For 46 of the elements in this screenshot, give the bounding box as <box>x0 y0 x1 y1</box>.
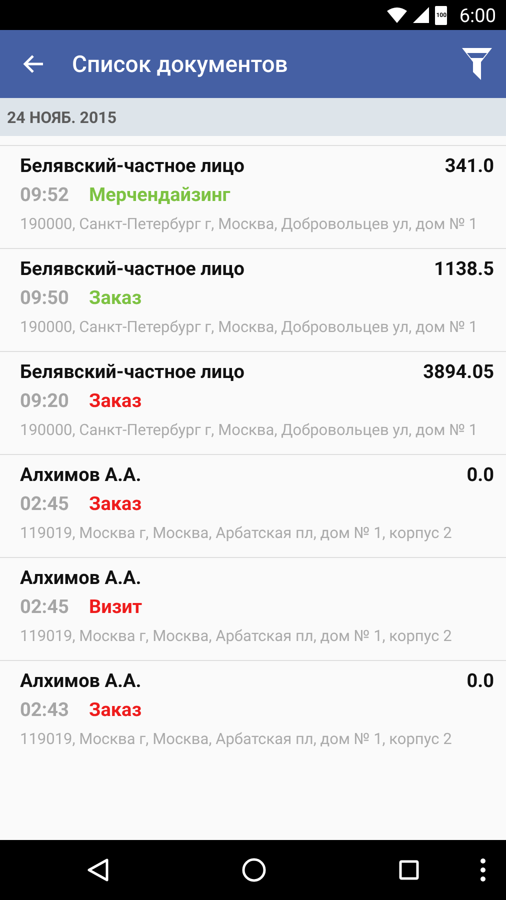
document-time: 02:43 <box>20 698 69 721</box>
back-button[interactable] <box>22 54 44 74</box>
client-name: Алхимов А.А. <box>20 566 142 589</box>
address: 119019, Москва г, Москва, Арбатская пл, дом № 1, корпус 2 <box>20 729 453 749</box>
back-nav-button[interactable] <box>86 858 109 882</box>
document-row[interactable]: Белявский-частное лицо 341.0 09:52 Мерчендайзинг 190000, Санкт-Петербург г, Москва, Добровольцев ул, дом № 1 <box>0 145 506 248</box>
client-name: Алхимов А.А. <box>20 669 142 692</box>
client-name: Белявский-частное лицо <box>20 257 244 280</box>
document-type: Мерчендайзинг <box>88 183 230 206</box>
wifi-icon <box>387 7 408 23</box>
client-name: Белявский-частное лицо <box>20 360 244 383</box>
date-header: 24 НОЯБ. 2015 <box>0 98 506 136</box>
document-time: 09:52 <box>20 183 69 206</box>
document-time: 02:45 <box>20 595 69 618</box>
document-row[interactable]: Алхимов А.А. 0.0 02:45 Заказ 119019, Москва г, Москва, Арбатская пл, дом № 1, корпус 2 <box>0 454 506 557</box>
client-name: Алхимов А.А. <box>20 463 142 486</box>
home-button[interactable] <box>242 858 266 882</box>
recents-button[interactable] <box>399 860 420 880</box>
amount: 341.0 <box>444 154 494 177</box>
document-time: 09:20 <box>20 389 69 412</box>
document-type: Заказ <box>88 698 142 721</box>
amount: 0.0 <box>466 669 494 692</box>
amount: 3894.05 <box>423 360 494 383</box>
address: 119019, Москва г, Москва, Арбатская пл, дом № 1, корпус 2 <box>20 626 453 646</box>
address: 190000, Санкт-Петербург г, Москва, Добровольцев ул, дом № 1 <box>20 420 479 440</box>
document-type: Визит <box>88 595 142 618</box>
document-time: 09:50 <box>20 286 69 309</box>
address: 119019, Москва г, Москва, Арбатская пл, дом № 1, корпус 2 <box>20 523 453 543</box>
address: 190000, Санкт-Петербург г, Москва, Добровольцев ул, дом № 1 <box>20 214 479 234</box>
signal-icon <box>413 7 430 23</box>
document-row[interactable]: Алхимов А.А. 02:45 Визит 119019, Москва г, Москва, Арбатская пл, дом № 1, корпус 2 <box>0 557 506 660</box>
amount: 1138.5 <box>434 257 494 280</box>
address: 190000, Санкт-Петербург г, Москва, Добровольцев ул, дом № 1 <box>20 317 479 337</box>
client-name: Белявский-частное лицо <box>20 154 244 177</box>
document-time: 02:45 <box>20 492 69 515</box>
screen-title: Список документов <box>72 50 289 78</box>
document-row[interactable]: Белявский-частное лицо 3894.05 09:20 Заказ 190000, Санкт-Петербург г, Москва, Добровольцев ул, дом № 1 <box>0 351 506 454</box>
amount: 0.0 <box>466 463 494 486</box>
document-row[interactable]: Белявский-частное лицо 1138.5 09:50 Заказ 190000, Санкт-Петербург г, Москва, Добровольцев ул, дом № 1 <box>0 248 506 351</box>
clock: 6:00 <box>459 4 496 26</box>
document-type: Заказ <box>88 492 142 515</box>
document-type: Заказ <box>88 389 142 412</box>
menu-button[interactable] <box>480 858 486 882</box>
document-row[interactable]: Алхимов А.А. 0.0 02:43 Заказ 119019, Москва г, Москва, Арбатская пл, дом № 1, корпус 2 <box>0 660 506 763</box>
document-type: Заказ <box>88 286 142 309</box>
filter-button[interactable] <box>462 48 492 80</box>
